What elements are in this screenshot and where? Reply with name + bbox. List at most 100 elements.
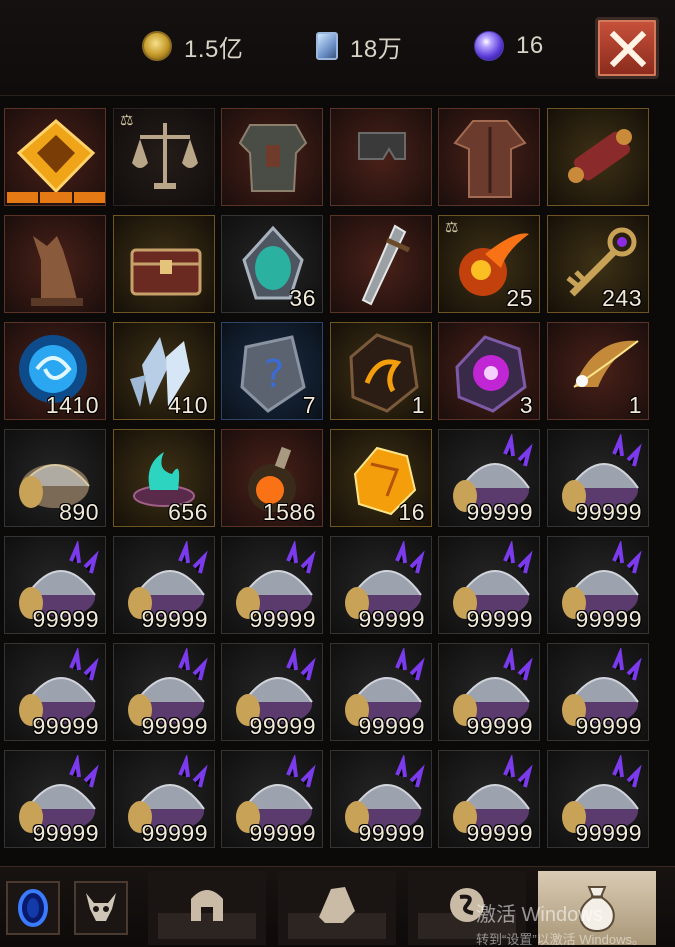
pouch-tab-icon (579, 886, 615, 933)
inventory-slot[interactable]: 99999 (547, 536, 649, 634)
tab-gems[interactable] (278, 871, 396, 945)
inventory-slot[interactable]: 99999 (330, 536, 432, 634)
item-count: 410 (168, 392, 208, 418)
tab-equipment[interactable] (148, 871, 266, 945)
inventory-slot[interactable]: 1586 (221, 429, 323, 527)
item-count: 99999 (141, 820, 208, 846)
inventory-slot[interactable]: 99999 (438, 429, 540, 527)
item-count: 36 (289, 285, 316, 311)
inventory-slot[interactable] (4, 215, 106, 313)
inventory-slot[interactable]: 3 (438, 322, 540, 420)
item-count: 1586 (262, 499, 316, 525)
inventory-row: 36 ⚖ 25 243 (4, 215, 652, 313)
currency-header: 1.5亿 18万 16 (0, 0, 675, 96)
inventory-row: 99999 99999 99999 99999 99999 99999 (4, 536, 652, 634)
inventory-slot[interactable]: 1 (547, 322, 649, 420)
item-count: 99999 (249, 606, 316, 632)
inventory-slot[interactable]: 656 (113, 429, 215, 527)
close-button[interactable] (595, 17, 659, 79)
greatsword-icon (337, 220, 427, 312)
inventory-slot[interactable]: 1 (330, 322, 432, 420)
inventory-slot[interactable]: 410 (113, 322, 215, 420)
inventory-slot[interactable]: 1410 (4, 322, 106, 420)
demon-skull-icon (86, 893, 116, 921)
inventory-slot[interactable]: 99999 (4, 643, 106, 741)
inventory-slot[interactable]: 99999 (330, 643, 432, 741)
svg-text:?: ? (264, 352, 284, 396)
item-count: 99999 (358, 820, 425, 846)
inventory-slot[interactable]: 36 (221, 215, 323, 313)
inventory-slot[interactable]: 99999 (221, 750, 323, 848)
robe-armor-icon (445, 113, 535, 205)
tab-materials[interactable] (538, 871, 656, 945)
inventory-slot[interactable]: 99999 (547, 429, 649, 527)
tradeable-icon: ⚖ (445, 219, 459, 236)
inventory-slot[interactable]: 99999 (4, 750, 106, 848)
inventory-row: 99999 99999 99999 99999 99999 99999 (4, 643, 652, 741)
inventory-slot[interactable]: 99999 (438, 750, 540, 848)
purple-orb-icon (474, 31, 504, 61)
gem-tab-icon (319, 887, 355, 923)
helmet-tab-icon (191, 890, 223, 921)
item-count: 99999 (466, 499, 533, 525)
inventory-slot[interactable]: 99999 (547, 643, 649, 741)
gold-currency: 1.5亿 (142, 30, 244, 63)
item-count: 99999 (466, 820, 533, 846)
gold-amount: 1.5亿 (184, 35, 244, 63)
item-count: 99999 (358, 713, 425, 739)
inventory-slot[interactable]: 99999 (221, 643, 323, 741)
gold-coin-icon (142, 31, 172, 61)
inventory-row: 1410 410 ? 7 1 3 1 (4, 322, 652, 420)
inventory-slot[interactable]: 99999 (438, 536, 540, 634)
inventory-slot[interactable]: 99999 (113, 643, 215, 741)
card-currency: 18万 (316, 30, 403, 63)
chest-armor-icon (228, 113, 318, 205)
inventory-slot[interactable] (330, 215, 432, 313)
item-count: 3 (519, 392, 533, 418)
item-count: 99999 (249, 713, 316, 739)
scroll-icon (554, 113, 644, 205)
inventory-slot[interactable]: ⚖ 25 (438, 215, 540, 313)
tab-runes[interactable] (408, 871, 526, 945)
inventory-slot[interactable]: 890 (4, 429, 106, 527)
inventory-slot[interactable]: 99999 (221, 536, 323, 634)
item-count: 99999 (466, 713, 533, 739)
demon-button[interactable] (74, 881, 128, 935)
inventory-slot[interactable]: ⚖ (113, 108, 215, 206)
item-count: 99999 (32, 713, 99, 739)
pants-icon (337, 113, 427, 205)
wolf-statue-icon (11, 220, 101, 312)
inventory-slot[interactable] (438, 108, 540, 206)
inventory-slot[interactable]: 243 (547, 215, 649, 313)
scales-icon (120, 113, 210, 205)
inventory-slot[interactable] (4, 108, 106, 206)
item-count: 99999 (358, 606, 425, 632)
inventory-slot[interactable]: 99999 (330, 750, 432, 848)
item-count: 16 (398, 499, 425, 525)
upgrade-pips (7, 192, 105, 203)
inventory-row: ⚖ (4, 108, 652, 206)
item-count: 1 (628, 392, 642, 418)
item-count: 1 (411, 392, 425, 418)
inventory-slot[interactable] (547, 108, 649, 206)
item-count: 99999 (575, 606, 642, 632)
item-count: 99999 (141, 713, 208, 739)
inventory-slot[interactable]: 99999 (113, 536, 215, 634)
inventory-slot[interactable]: 99999 (113, 750, 215, 848)
inventory-slot[interactable]: 99999 (438, 643, 540, 741)
tradeable-icon: ⚖ (120, 112, 134, 129)
inventory-slot[interactable] (113, 215, 215, 313)
item-count: 99999 (466, 606, 533, 632)
inventory-slot[interactable] (330, 108, 432, 206)
item-count: 99999 (32, 820, 99, 846)
item-count: 1410 (45, 392, 99, 418)
inventory-slot[interactable]: 99999 (547, 750, 649, 848)
inventory-slot[interactable] (221, 108, 323, 206)
inventory-slot[interactable]: 99999 (4, 536, 106, 634)
portal-button[interactable] (6, 881, 60, 935)
card-amount: 18万 (350, 35, 403, 63)
inventory-slot[interactable]: 16 (330, 429, 432, 527)
blue-card-icon (316, 32, 338, 60)
item-count: 656 (168, 499, 208, 525)
inventory-slot[interactable]: ? 7 (221, 322, 323, 420)
